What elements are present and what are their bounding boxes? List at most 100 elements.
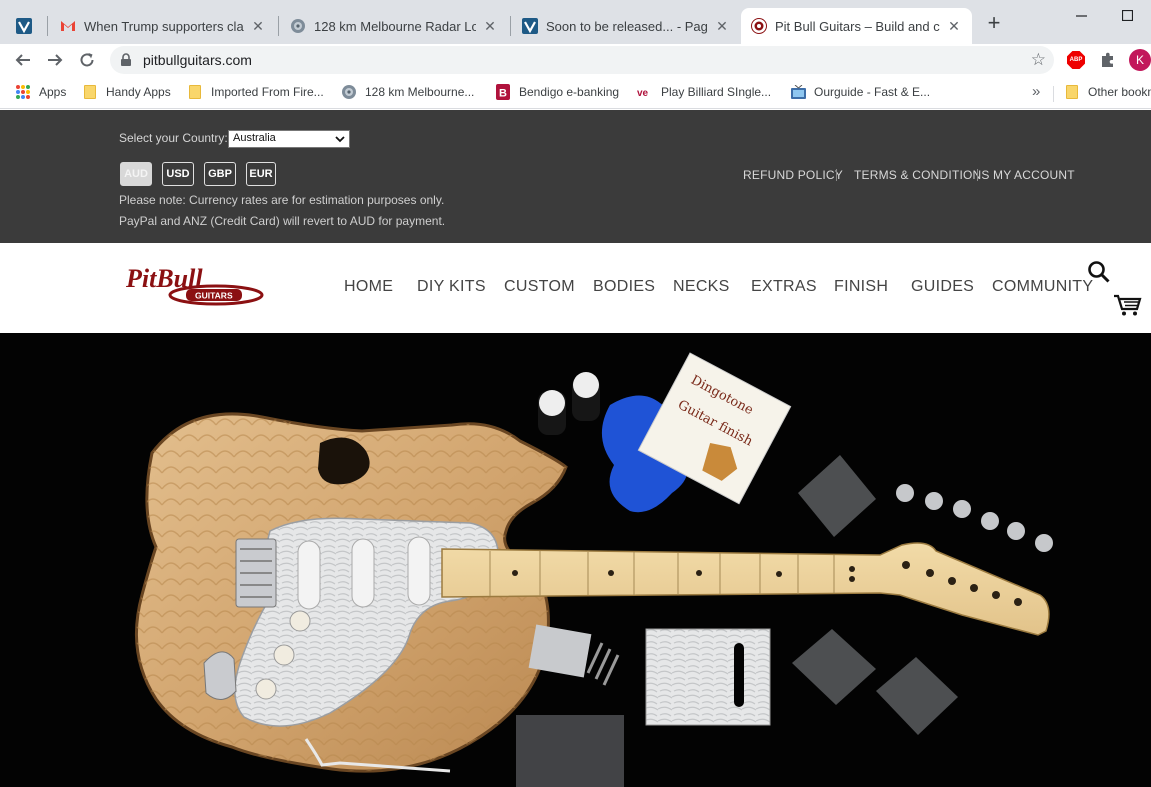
bookmark-label: 128 km Melbourne... xyxy=(365,85,475,99)
avatar: K xyxy=(1129,49,1151,71)
site-top-bar: Select your Country: Australia AUD USD G… xyxy=(0,110,1151,243)
profile-button[interactable]: K xyxy=(1128,48,1151,72)
pitbull-icon xyxy=(751,18,767,34)
nav-custom[interactable]: CUSTOM xyxy=(504,278,575,296)
currency-button-aud[interactable]: AUD xyxy=(120,162,152,186)
bookmark-label: Ourguide - Fast & E... xyxy=(814,85,931,99)
nav-community[interactable]: COMMUNITY xyxy=(992,278,1093,296)
bookmark-star-icon[interactable]: ☆ xyxy=(1031,51,1046,68)
new-tab-button[interactable]: + xyxy=(984,12,1004,34)
svg-text:B: B xyxy=(499,88,507,100)
bookmark-play-billiard[interactable]: ve Play Billiard SIngle... xyxy=(637,83,771,101)
refund-policy-link[interactable]: REFUND POLICY xyxy=(743,168,843,182)
tab-close-icon[interactable]: ✕ xyxy=(714,18,730,34)
reload-icon xyxy=(80,53,94,67)
browser-tab-v-logo[interactable] xyxy=(6,8,46,44)
payment-note: PayPal and ANZ (Credit Card) will revert… xyxy=(119,214,446,228)
extensions-button[interactable] xyxy=(1096,48,1120,72)
arrow-right-icon xyxy=(48,54,63,66)
link-separator xyxy=(836,169,837,181)
country-select-value: Australia xyxy=(233,132,276,144)
tab-close-icon[interactable]: ✕ xyxy=(946,18,962,34)
ve-icon: ve xyxy=(637,84,653,100)
bookmark-bendigo[interactable]: B Bendigo e-banking xyxy=(495,83,619,101)
browser-tab-gmail[interactable]: When Trump supporters claim ' ✕ xyxy=(50,8,276,44)
nav-diy-kits[interactable]: DIY KITS xyxy=(417,278,486,296)
v-logo-icon xyxy=(16,18,32,34)
arrow-left-icon xyxy=(15,54,30,66)
bookmark-label: Handy Apps xyxy=(106,85,171,99)
tab-title: When Trump supporters claim ' xyxy=(84,18,244,34)
forward-button[interactable] xyxy=(42,47,68,73)
currency-note: Please note: Currency rates are for esti… xyxy=(119,193,445,207)
radar-icon xyxy=(290,18,306,34)
pitbull-logo[interactable]: GUITARS PitBull xyxy=(124,264,266,310)
nav-finish[interactable]: FINISH xyxy=(834,278,888,296)
tab-separator xyxy=(278,16,279,36)
v-logo-icon xyxy=(522,18,538,34)
minimize-button[interactable] xyxy=(1058,0,1104,30)
apps-grid-icon xyxy=(15,84,31,100)
bookmarks-overflow-chevron-icon[interactable]: » xyxy=(1032,83,1040,100)
nav-necks[interactable]: NECKS xyxy=(673,278,730,296)
tab-close-icon[interactable]: ✕ xyxy=(482,18,498,34)
currency-button-gbp[interactable]: GBP xyxy=(204,162,236,186)
hero-banner: Dingotone Guitar finish xyxy=(0,333,1151,787)
address-bar[interactable]: pitbullguitars.com ☆ xyxy=(110,46,1054,74)
url-text: pitbullguitars.com xyxy=(143,52,252,68)
tab-title: 128 km Melbourne Radar Loop xyxy=(314,18,476,34)
bookmarks-separator xyxy=(1053,86,1054,102)
adblock-extension-button[interactable]: ABP xyxy=(1064,48,1088,72)
hero-guitar-kit-image: Dingotone Guitar finish xyxy=(0,333,1151,787)
maximize-button[interactable] xyxy=(1104,0,1150,30)
currency-button-usd[interactable]: USD xyxy=(162,162,194,186)
bookmark-ourguide[interactable]: Ourguide - Fast & E... xyxy=(790,83,930,101)
bookmark-label: Bendigo e-banking xyxy=(519,85,620,99)
my-account-link[interactable]: MY ACCOUNT xyxy=(993,168,1075,182)
logo-wordmark: PitBull xyxy=(125,265,203,293)
browser-tab-forum[interactable]: Soon to be released... - Page 2 ✕ xyxy=(512,8,740,44)
bookmark-melbourne-radar[interactable]: 128 km Melbourne... xyxy=(341,83,474,101)
bookmark-imported-from-firefox[interactable]: Imported From Fire... xyxy=(187,83,324,101)
bookmark-label: Apps xyxy=(39,85,67,99)
bookmark-label: Imported From Fire... xyxy=(211,85,324,99)
tab-close-icon[interactable]: ✕ xyxy=(250,18,266,34)
country-select[interactable]: Australia xyxy=(228,130,350,148)
link-separator xyxy=(977,169,978,181)
lock-icon xyxy=(120,53,132,70)
folder-icon xyxy=(82,84,98,100)
nav-guides[interactable]: GUIDES xyxy=(911,278,974,296)
terms-conditions-link[interactable]: TERMS & CONDITIONS xyxy=(854,168,990,182)
bookmark-handy-apps[interactable]: Handy Apps xyxy=(82,83,171,101)
nav-home[interactable]: HOME xyxy=(344,278,393,296)
bookmark-other-bookmarks[interactable]: Other bookm xyxy=(1064,83,1151,101)
tab-separator xyxy=(510,16,511,36)
reload-button[interactable] xyxy=(74,47,100,73)
bookmark-label: Play Billiard SIngle... xyxy=(661,85,772,99)
tv-icon xyxy=(790,84,806,100)
browser-tab-radar[interactable]: 128 km Melbourne Radar Loop ✕ xyxy=(280,8,508,44)
browser-tab-pitbull-active[interactable]: Pit Bull Guitars – Build and custo ✕ xyxy=(741,8,972,44)
cart-icon[interactable] xyxy=(1113,293,1143,320)
bookmark-label: Other bookm xyxy=(1088,85,1151,99)
folder-icon xyxy=(187,84,203,100)
country-label: Select your Country: xyxy=(119,131,228,145)
abp-icon: ABP xyxy=(1067,51,1085,69)
chevron-down-icon xyxy=(335,131,345,150)
currency-button-eur[interactable]: EUR xyxy=(246,162,276,186)
tab-separator xyxy=(47,16,48,36)
browser-toolbar: pitbullguitars.com ☆ ABP K xyxy=(0,44,1151,76)
browser-tab-strip: When Trump supporters claim ' ✕ 128 km M… xyxy=(0,0,1151,44)
gmail-icon xyxy=(60,18,76,34)
bookmark-apps[interactable]: Apps xyxy=(15,83,66,101)
search-icon[interactable] xyxy=(1087,260,1111,287)
nav-bodies[interactable]: BODIES xyxy=(593,278,655,296)
bendigo-icon: B xyxy=(495,84,511,100)
tab-title: Pit Bull Guitars – Build and custo xyxy=(775,18,940,34)
bookmarks-bar: Apps Handy Apps Imported From Fire... 12… xyxy=(0,76,1151,109)
radar-icon xyxy=(341,84,357,100)
nav-extras[interactable]: EXTRAS xyxy=(751,278,817,296)
site-header: GUITARS PitBull HOME DIY KITS CUSTOM BOD… xyxy=(0,243,1151,333)
folder-icon xyxy=(1064,84,1080,100)
back-button[interactable] xyxy=(10,47,36,73)
